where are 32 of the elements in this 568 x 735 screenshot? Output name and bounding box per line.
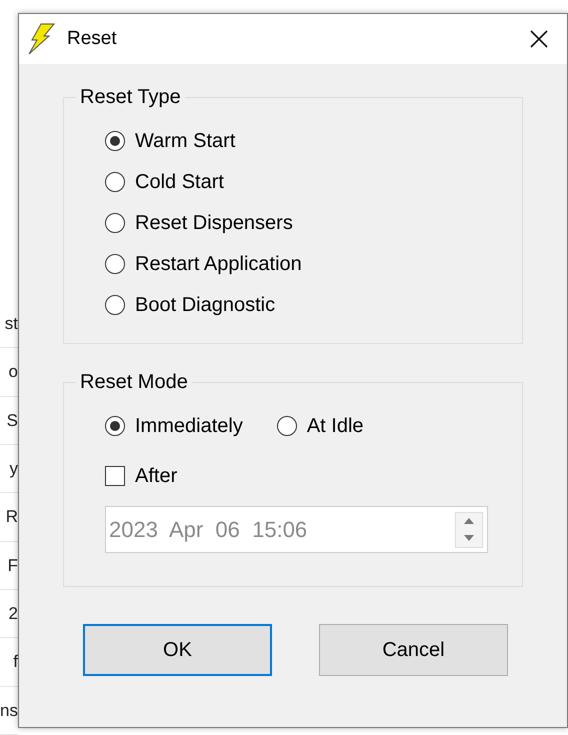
option-label: Restart Application (135, 252, 302, 277)
background-text: f (13, 651, 18, 674)
window-title: Reset (67, 26, 117, 51)
radio-button[interactable] (105, 254, 125, 274)
background-text: st (4, 312, 18, 335)
option-label: Cold Start (135, 170, 224, 195)
option-label: At Idle (306, 414, 364, 439)
radio-button[interactable] (105, 295, 125, 315)
option-label: Warm Start (135, 129, 236, 154)
option-label: Boot Diagnostic (135, 293, 276, 318)
option-label: Reset Dispensers (135, 211, 293, 236)
background-text: 2 (8, 602, 18, 625)
close-icon (529, 29, 549, 49)
radio-button[interactable] (105, 172, 125, 192)
dialog-button[interactable]: OK (83, 624, 272, 676)
down-arrow-icon (464, 535, 474, 541)
radio-button[interactable] (105, 213, 125, 233)
lightning-icon (27, 23, 55, 55)
checkbox-label: After (135, 464, 178, 489)
background-text: F (8, 554, 18, 577)
background-text: y (10, 458, 18, 480)
background-text: o (8, 361, 18, 384)
up-arrow-icon (464, 518, 474, 524)
radio-button[interactable] (105, 416, 125, 436)
checkbox[interactable] (105, 466, 125, 486)
dialog-button[interactable]: Cancel (319, 624, 508, 676)
radio-button[interactable] (105, 131, 125, 151)
option-label: Immediately (135, 414, 243, 439)
background-text: ns (0, 700, 18, 722)
background-text: R (6, 506, 18, 528)
background-text: S (6, 410, 18, 432)
radio-button[interactable] (276, 416, 297, 436)
